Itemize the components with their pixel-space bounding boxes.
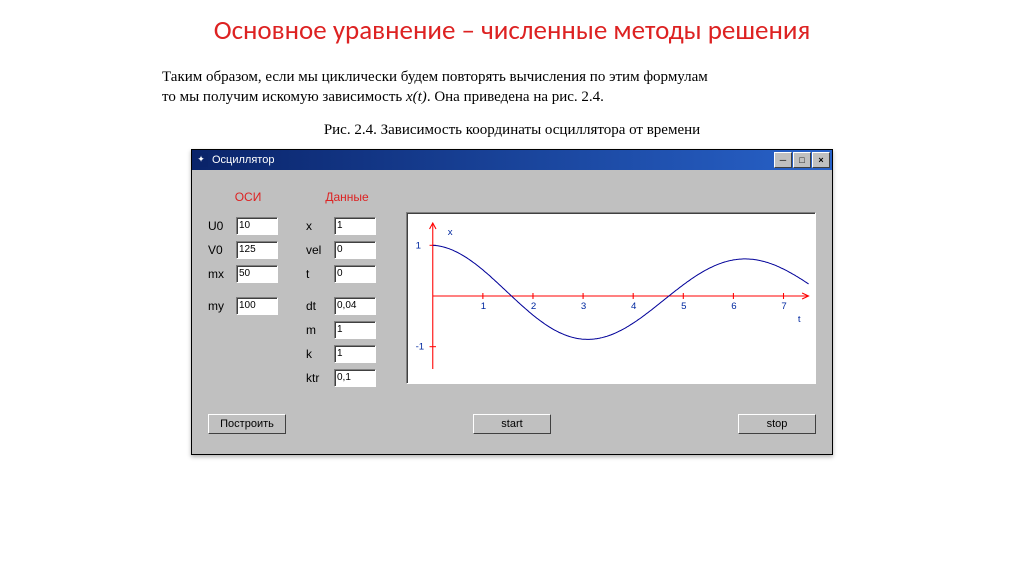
svg-text:-1: -1 <box>416 341 425 351</box>
label-dt: dt <box>306 299 328 313</box>
svg-text:x: x <box>448 227 453 237</box>
svg-text:t: t <box>798 314 801 324</box>
start-button[interactable]: start <box>473 414 551 434</box>
axes-header: ОСИ <box>208 190 288 206</box>
svg-text:6: 6 <box>731 301 736 311</box>
input-m[interactable] <box>334 321 376 339</box>
plot-area: 1 2 3 4 5 6 7 -1 1 x t <box>406 212 816 384</box>
label-U0: U0 <box>208 219 230 233</box>
label-ktr: ktr <box>306 371 328 385</box>
svg-text:1: 1 <box>481 301 486 311</box>
build-button[interactable]: Построить <box>208 414 286 434</box>
input-dt[interactable] <box>334 297 376 315</box>
stop-button[interactable]: stop <box>738 414 816 434</box>
minimize-button[interactable]: ─ <box>774 152 792 168</box>
label-k: k <box>306 347 328 361</box>
desc-line2: то мы получим искомую зависимость x(t). … <box>162 87 862 107</box>
titlebar[interactable]: ✦ Осциллятор ─ □ × <box>192 150 832 170</box>
close-button[interactable]: × <box>812 152 830 168</box>
label-vel: vel <box>306 243 328 257</box>
input-mx[interactable] <box>236 265 278 283</box>
figure-caption: Рис. 2.4. Зависимость координаты осцилля… <box>0 122 1024 139</box>
input-V0[interactable] <box>236 241 278 259</box>
label-x: x <box>306 219 328 233</box>
label-t: t <box>306 267 328 281</box>
input-t[interactable] <box>334 265 376 283</box>
window-title: Осциллятор <box>212 154 773 166</box>
input-x[interactable] <box>334 217 376 235</box>
axes-column: ОСИ U0 V0 mx my <box>208 190 288 390</box>
desc-line1: Таким образом, если мы циклически будем … <box>162 67 862 87</box>
input-U0[interactable] <box>236 217 278 235</box>
app-icon: ✦ <box>194 153 208 167</box>
input-vel[interactable] <box>334 241 376 259</box>
app-window: ✦ Осциллятор ─ □ × ОСИ U0 V0 <box>191 149 833 455</box>
description: Таким образом, если мы циклически будем … <box>162 67 862 108</box>
page-title: Основное уравнение – численные методы ре… <box>0 14 1024 47</box>
input-ktr[interactable] <box>334 369 376 387</box>
label-my: my <box>208 299 230 313</box>
label-m: m <box>306 323 328 337</box>
svg-text:3: 3 <box>581 301 586 311</box>
data-header: Данные <box>306 190 388 206</box>
svg-text:1: 1 <box>416 240 421 250</box>
svg-text:5: 5 <box>681 301 686 311</box>
label-V0: V0 <box>208 243 230 257</box>
svg-text:4: 4 <box>631 301 636 311</box>
input-k[interactable] <box>334 345 376 363</box>
svg-text:2: 2 <box>531 301 536 311</box>
svg-text:7: 7 <box>781 301 786 311</box>
maximize-button[interactable]: □ <box>793 152 811 168</box>
label-mx: mx <box>208 267 230 281</box>
data-column: Данные x vel t dt m <box>306 190 388 390</box>
input-my[interactable] <box>236 297 278 315</box>
